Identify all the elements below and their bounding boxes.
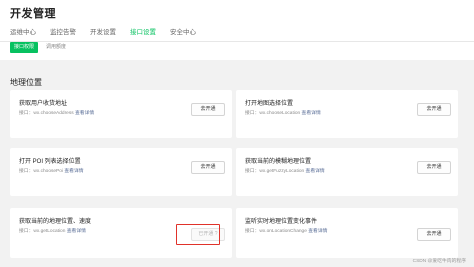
- api-name: 接口：wx.chooseLocation: [245, 111, 301, 116]
- card-choose-poi: 打开 POI 列表选择位置 接口：wx.choosePoi 查看详情 去开通: [10, 148, 232, 196]
- card-api-desc: 接口：wx.choosePoi 查看详情: [19, 167, 84, 174]
- card-title: 打开地图选择位置: [245, 101, 294, 107]
- activate-button[interactable]: 去开通: [417, 103, 451, 116]
- tab-ops-center[interactable]: 运维中心: [10, 26, 36, 40]
- card-title: 获取用户收货地址: [19, 101, 68, 107]
- card-get-location: 获取当前的地理位置、速度 接口：wx.getLocation 查看详情 已开通 …: [10, 208, 232, 258]
- api-name: 接口：wx.onLocationChange: [245, 229, 307, 234]
- card-title: 获取当前的模糊地理位置: [245, 159, 312, 165]
- activate-button[interactable]: 去开通: [417, 161, 451, 174]
- view-details-link[interactable]: 查看详情: [308, 229, 327, 234]
- watermark: CSDN @爱吃牛肉的程序: [412, 259, 466, 264]
- card-title: 打开 POI 列表选择位置: [19, 159, 81, 165]
- main-tabs: 运维中心 监控告警 开发设置 接口设置 安全中心: [10, 26, 210, 42]
- card-choose-address: 获取用户收货地址 接口：wx.chooseAddress 查看详情 去开通: [10, 90, 232, 138]
- tab-api-settings[interactable]: 接口设置: [130, 26, 156, 42]
- api-name: 接口：wx.getFuzzyLocation: [245, 169, 305, 174]
- red-highlight-box: [176, 224, 220, 245]
- view-details-link[interactable]: 查看详情: [75, 111, 94, 116]
- activate-button[interactable]: 去开通: [191, 161, 225, 174]
- card-location-change: 监听实时地理位置变化事件 接口：wx.onLocationChange 查看详情…: [236, 208, 458, 258]
- card-api-desc: 接口：wx.onLocationChange 查看详情: [245, 227, 327, 234]
- card-api-desc: 接口：wx.chooseAddress 查看详情: [19, 109, 94, 116]
- section-title: 地理位置: [10, 78, 42, 87]
- subtab-api-permission[interactable]: 接口权限: [10, 42, 39, 53]
- tab-divider: [0, 41, 474, 42]
- activate-button[interactable]: 去开通: [191, 103, 225, 116]
- view-details-link[interactable]: 查看详情: [64, 169, 83, 174]
- card-api-desc: 接口：wx.getLocation 查看详情: [19, 227, 86, 234]
- card-fuzzy-location: 获取当前的模糊地理位置 接口：wx.getFuzzyLocation 查看详情 …: [236, 148, 458, 196]
- page-title: 开发管理: [10, 8, 56, 20]
- tab-security-center[interactable]: 安全中心: [170, 26, 196, 40]
- subtab-call-quota[interactable]: 调用额度: [42, 42, 70, 53]
- sub-tabs: 接口权限 调用额度: [10, 42, 70, 53]
- view-details-link[interactable]: 查看详情: [306, 169, 325, 174]
- view-details-link[interactable]: 查看详情: [67, 229, 86, 234]
- activate-button[interactable]: 去开通: [417, 228, 451, 241]
- card-api-desc: 接口：wx.getFuzzyLocation 查看详情: [245, 167, 325, 174]
- view-details-link[interactable]: 查看详情: [302, 111, 321, 116]
- card-choose-location: 打开地图选择位置 接口：wx.chooseLocation 查看详情 去开通: [236, 90, 458, 138]
- card-title: 获取当前的地理位置、速度: [19, 219, 92, 225]
- card-title: 监听实时地理位置变化事件: [245, 219, 318, 225]
- tab-dev-settings[interactable]: 开发设置: [90, 26, 116, 40]
- tab-monitoring[interactable]: 监控告警: [50, 26, 76, 40]
- card-api-desc: 接口：wx.chooseLocation 查看详情: [245, 109, 321, 116]
- api-name: 接口：wx.choosePoi: [19, 169, 63, 174]
- api-name: 接口：wx.chooseAddress: [19, 111, 74, 116]
- api-name: 接口：wx.getLocation: [19, 229, 66, 234]
